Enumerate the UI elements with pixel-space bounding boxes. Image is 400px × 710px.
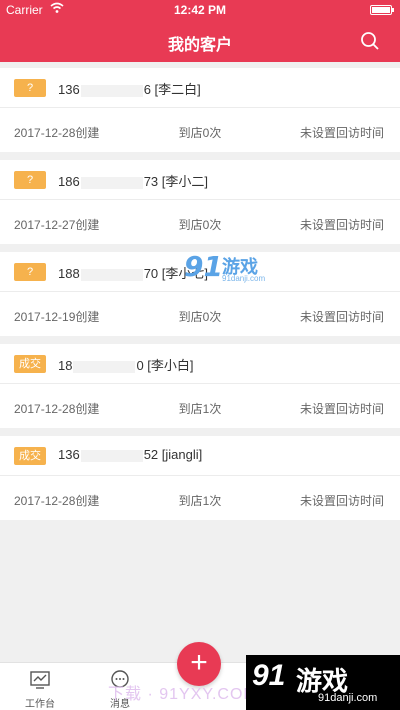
customer-card[interactable]: ? 186 73 [李小二] 2017-12-27创建 到店0次 未设置回访时间 bbox=[0, 160, 400, 244]
watermark-logo: 91 游戏 91danji.com bbox=[184, 250, 278, 286]
followup-time: 未设置回访时间 bbox=[299, 218, 384, 232]
followup-time: 未设置回访时间 bbox=[299, 402, 384, 416]
phone-prefix: 188 bbox=[58, 266, 80, 281]
phone-mask bbox=[80, 268, 143, 281]
customer-card-footer: 2017-12-27创建 到店0次 未设置回访时间 bbox=[0, 201, 400, 244]
battery-icon bbox=[370, 5, 394, 15]
followup-time: 未设置回访时间 bbox=[299, 494, 384, 508]
search-icon[interactable] bbox=[360, 31, 380, 51]
customer-card-header: 成交 136 52 [jiangli] bbox=[0, 436, 400, 476]
followup-time: 未设置回访时间 bbox=[299, 126, 384, 140]
status-badge: ? bbox=[14, 263, 46, 281]
phone-mask bbox=[80, 84, 143, 97]
nav-bar: 我的客户 bbox=[0, 20, 400, 62]
status-badge: 成交 bbox=[14, 447, 46, 465]
customer-card-header: ? 136 6 [李二白] bbox=[0, 68, 400, 108]
phone-mask bbox=[80, 449, 143, 462]
customer-card[interactable]: ? 136 6 [李二白] 2017-12-28创建 到店0次 未设置回访时间 bbox=[0, 68, 400, 152]
customer-phone: 18 0 [李小白] bbox=[58, 355, 194, 374]
customer-card-footer: 2017-12-19创建 到店0次 未设置回访时间 bbox=[0, 293, 400, 336]
tab-workbench-label: 工作台 bbox=[25, 699, 55, 710]
watermark-overlay: 下载 · 91YXY.COM bbox=[108, 686, 258, 703]
status-badge: ? bbox=[14, 171, 46, 189]
status-badge: 成交 bbox=[14, 355, 46, 373]
customer-card[interactable]: 成交 18 0 [李小白] 2017-12-28创建 到店1次 未设置回访时间 bbox=[0, 344, 400, 428]
watermark-banner: 91 游戏 91danji.com bbox=[246, 655, 400, 710]
status-badge: ? bbox=[14, 79, 46, 97]
watermark-logo-number: 91 bbox=[184, 250, 223, 283]
customer-card-footer: 2017-12-28创建 到店0次 未设置回访时间 bbox=[0, 109, 400, 152]
customer-phone: 136 52 [jiangli] bbox=[58, 447, 202, 462]
phone-prefix: 186 bbox=[58, 174, 80, 189]
phone-mask bbox=[73, 360, 136, 373]
watermark-banner-site: 91danji.com bbox=[318, 692, 378, 704]
customer-card-footer: 2017-12-28创建 到店1次 未设置回访时间 bbox=[0, 385, 400, 428]
customer-list: ? 136 6 [李二白] 2017-12-28创建 到店0次 未设置回访时间? 186 73… bbox=[0, 62, 400, 520]
status-bar: Carrier 12:42 PM bbox=[0, 0, 400, 20]
customer-phone: 186 73 [李小二] bbox=[58, 171, 208, 190]
chart-icon bbox=[30, 671, 50, 689]
phone-mask bbox=[80, 176, 143, 189]
phone-prefix: 136 bbox=[58, 447, 80, 462]
phone-suffix-name: 73 [李小二] bbox=[143, 174, 208, 189]
customer-phone: 136 6 [李二白] bbox=[58, 79, 201, 98]
phone-suffix-name: 6 [李二白] bbox=[143, 82, 201, 97]
watermark-site: 91danji.com bbox=[222, 274, 266, 283]
status-time: 12:42 PM bbox=[173, 3, 227, 17]
customer-card-header: 成交 18 0 [李小白] bbox=[0, 344, 400, 384]
tab-workbench[interactable]: 工作台 bbox=[10, 669, 70, 710]
phone-prefix: 18 bbox=[58, 358, 73, 373]
phone-suffix-name: 52 [jiangli] bbox=[143, 447, 203, 462]
page-title: 我的客户 bbox=[167, 37, 232, 54]
phone-prefix: 136 bbox=[58, 82, 80, 97]
customer-card-header: ? 186 73 [李小二] bbox=[0, 160, 400, 200]
phone-suffix-name: 0 [李小白] bbox=[136, 358, 194, 373]
customer-card-footer: 2017-12-28创建 到店1次 未设置回访时间 bbox=[0, 477, 400, 520]
followup-time: 未设置回访时间 bbox=[299, 310, 384, 324]
watermark-banner-logo: 91 bbox=[252, 659, 286, 692]
customer-card[interactable]: 成交 136 52 [jiangli] 2017-12-28创建 到店1次 未设置回访时间 bbox=[0, 436, 400, 520]
